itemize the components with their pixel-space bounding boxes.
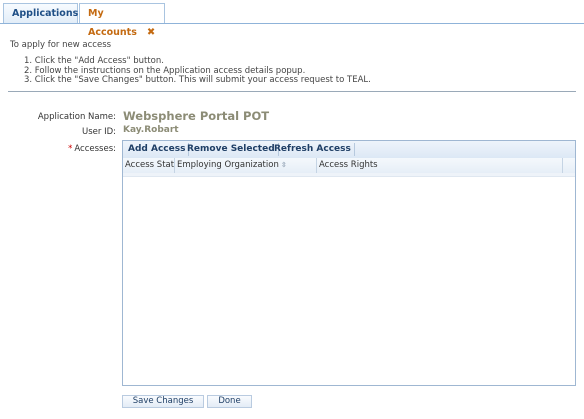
done-button[interactable]: Done <box>207 395 252 408</box>
close-icon[interactable]: ✖ <box>147 27 155 38</box>
accesses-label: Accesses: <box>74 144 116 154</box>
tab-applications[interactable]: Applications <box>3 3 78 23</box>
application-name-value: Websphere Portal POT <box>123 109 270 123</box>
tab-underline <box>0 23 584 24</box>
user-id-value: Kay.Robart <box>123 125 179 135</box>
add-access-button[interactable]: Add Access <box>125 143 190 156</box>
grid-empty-row <box>123 173 575 177</box>
instruction-step: 3. Click the "Save Changes" button. This… <box>24 75 371 85</box>
accesses-label-wrapper: * Accesses: <box>8 144 116 154</box>
grid-toolbar: Add Access Remove Selected Refresh Acces… <box>123 141 575 159</box>
tab-applications-label: Applications <box>12 8 79 19</box>
tab-my-accounts[interactable]: My Accounts ✖ <box>79 3 165 38</box>
refresh-access-button[interactable]: Refresh Access <box>271 143 355 156</box>
instructions-steps: 1. Click the "Add Access" button. 2. Fol… <box>24 56 371 86</box>
grid-header: Access Stat Employing Organization ⇳ Acce… <box>123 158 575 174</box>
save-changes-button[interactable]: Save Changes <box>122 395 204 408</box>
user-id-label: User ID: <box>82 127 116 137</box>
column-header-employing-organization[interactable]: Employing Organization ⇳ <box>175 158 317 173</box>
column-header-access-rights[interactable]: Access Rights <box>317 158 563 173</box>
remove-selected-button[interactable]: Remove Selected <box>184 143 279 156</box>
sort-icon[interactable]: ⇳ <box>281 161 287 169</box>
instructions-intro: To apply for new access <box>10 40 112 50</box>
column-header-label: Access Rights <box>319 160 378 170</box>
column-header-access-status[interactable]: Access Stat <box>123 158 175 173</box>
required-marker: * <box>68 144 73 154</box>
section-divider <box>8 91 576 92</box>
application-name-label: Application Name: <box>37 112 116 122</box>
column-header-label: Employing Organization <box>177 160 279 170</box>
column-header-label: Access Stat <box>125 160 175 170</box>
accesses-grid: Add Access Remove Selected Refresh Acces… <box>122 140 576 386</box>
column-header-filler <box>563 158 575 173</box>
